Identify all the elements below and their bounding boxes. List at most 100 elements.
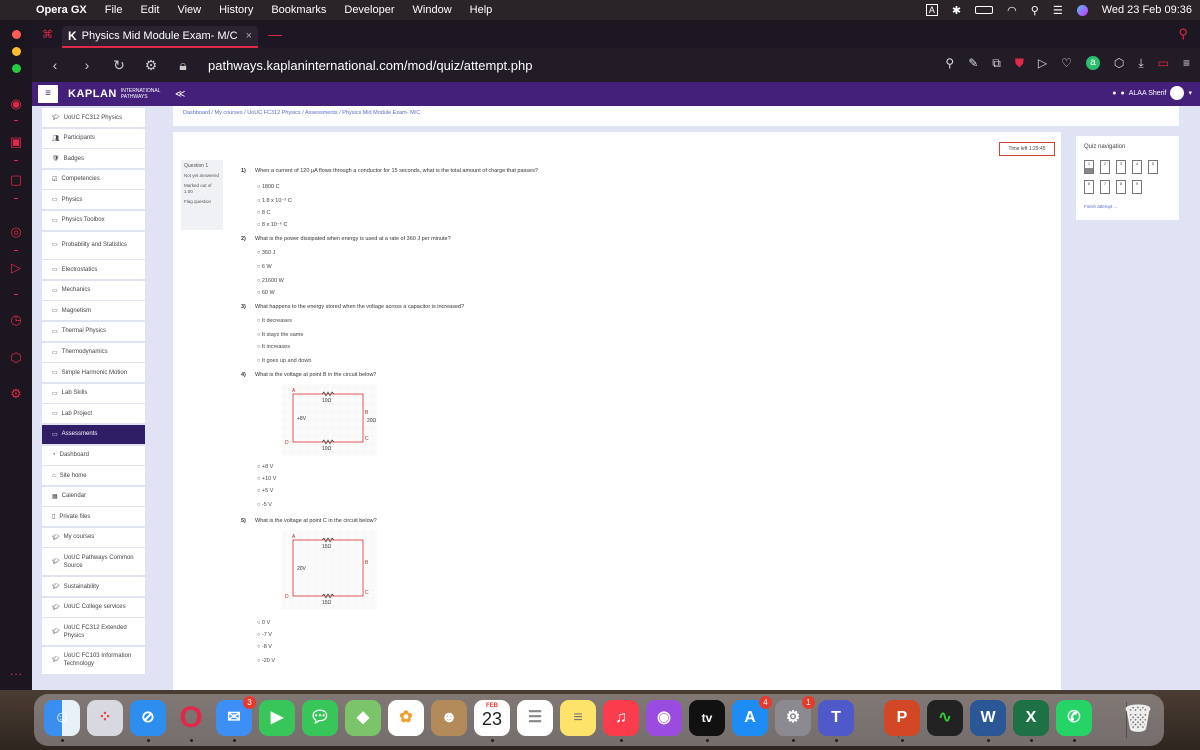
search-page-icon[interactable]: ⚲ <box>945 56 954 71</box>
quiz-nav-button[interactable]: 6 <box>1084 180 1094 194</box>
input-source-icon[interactable]: A <box>925 4 938 16</box>
photos-icon[interactable]: ✿ <box>388 700 424 736</box>
drawer-item[interactable]: ▭ Physics Toolbox <box>42 210 145 230</box>
menu-window[interactable]: Window <box>413 4 452 16</box>
drawer-item[interactable]: ▭ Thermodynamics <box>42 342 145 362</box>
menu-help[interactable]: Help <box>470 4 493 16</box>
finder-icon[interactable]: ☺ <box>44 700 80 736</box>
drawer-item[interactable]: 🎓︎ Sustainability <box>42 577 145 597</box>
menu-file[interactable]: File <box>105 4 123 16</box>
spotlight-icon[interactable]: ⚲ <box>1031 4 1039 17</box>
contacts-icon[interactable]: ☻ <box>431 700 467 736</box>
menu-app-name[interactable]: Opera GX <box>36 4 87 16</box>
system-preferences-icon[interactable]: ⚙ 1 <box>775 696 815 736</box>
answer-option[interactable]: ○ 60 W <box>257 290 275 296</box>
back-icon[interactable]: ‹ <box>46 57 64 73</box>
settings-icon[interactable]: ⚙ <box>8 386 24 402</box>
answer-option[interactable]: ○ 6 W <box>257 264 272 270</box>
trash-icon[interactable]: 🗑︎ <box>1120 700 1156 736</box>
hamburger-icon[interactable]: ≡ <box>38 85 58 103</box>
menu-history[interactable]: History <box>219 4 253 16</box>
menu-view[interactable]: View <box>177 4 201 16</box>
tab-close-icon[interactable]: × <box>246 30 252 42</box>
drawer-item[interactable]: ▭ Assessments <box>42 424 145 444</box>
quiz-nav-button[interactable]: 9 <box>1132 180 1142 194</box>
answer-option[interactable]: ○ 21600 W <box>257 278 284 284</box>
drawer-item[interactable]: 🛡︎ Badges <box>42 149 145 169</box>
shield-icon[interactable]: ⛊ <box>1015 56 1024 71</box>
minimize-window-icon[interactable] <box>12 47 21 56</box>
drawer-item[interactable]: 🎓︎ UoUC FC312 Extended Physics <box>42 618 145 646</box>
kaplan-logo[interactable]: KAPLAN <box>68 88 117 100</box>
finish-attempt-link[interactable]: Finish attempt ... <box>1084 204 1117 209</box>
answer-option[interactable]: ○ +5 V <box>257 488 273 494</box>
avatar[interactable] <box>1170 86 1185 100</box>
chevron-down-icon[interactable]: ▾ <box>1188 89 1192 97</box>
snapshot-icon[interactable]: ⧉ <box>992 56 1001 71</box>
quiz-nav-button[interactable]: 7 <box>1100 180 1110 194</box>
answer-option[interactable]: ○ It stays the same <box>257 332 303 338</box>
twitch-icon[interactable]: ▢ <box>8 172 24 188</box>
answer-option[interactable]: ○ 8 x 10⁻⁶ C <box>257 222 288 228</box>
messages-icon[interactable]: 💬︎ <box>302 700 338 736</box>
activity-monitor-icon[interactable]: ∿ <box>927 700 963 736</box>
menu-developer[interactable]: Developer <box>344 4 394 16</box>
answer-option[interactable]: ○ It decreases <box>257 318 292 324</box>
message-icon[interactable]: ● <box>1121 90 1125 97</box>
zoom-window-icon[interactable] <box>12 64 21 73</box>
word-icon[interactable]: W <box>970 700 1006 736</box>
more-icon[interactable]: ··· <box>8 666 24 682</box>
drawer-item[interactable]: ▭ Electrostatics <box>42 260 145 280</box>
drawer-item[interactable]: 👥︎ Participants <box>42 128 145 148</box>
drawer-item[interactable]: ▭ Probability and Statistics <box>42 231 145 259</box>
siri-icon[interactable] <box>1076 4 1088 16</box>
flag-question[interactable]: Flag question <box>184 199 220 205</box>
drawer-item[interactable]: ⌂ Site home <box>42 466 145 486</box>
drawer-item[interactable]: ▦ Calendar <box>42 486 145 506</box>
answer-option[interactable]: ○ It increases <box>257 344 290 350</box>
quiz-nav-button[interactable]: 8 <box>1116 180 1126 194</box>
drawer-item[interactable]: ▭ Mechanics <box>42 280 145 300</box>
gx-control-icon[interactable]: ◉ <box>8 96 24 112</box>
drawer-item[interactable]: ▯ Private files <box>42 507 145 527</box>
tv-icon[interactable]: tv <box>689 700 725 736</box>
answer-option[interactable]: ○ 0 V <box>257 620 270 626</box>
cube-icon[interactable]: ⬡ <box>1114 56 1124 71</box>
quiz-nav-button[interactable]: 4 <box>1132 160 1142 174</box>
drawer-item[interactable]: ☑ Competencies <box>42 169 145 189</box>
drawer-item[interactable]: ▭ Thermal Physics <box>42 321 145 341</box>
drawer-item[interactable]: ▭ Magnetism <box>42 301 145 321</box>
menu-edit[interactable]: Edit <box>140 4 159 16</box>
facetime-icon[interactable]: ▶ <box>259 700 295 736</box>
quiz-nav-button[interactable]: 5 <box>1148 160 1158 174</box>
close-window-icon[interactable] <box>12 30 21 39</box>
drawer-item[interactable]: 🎓︎ UoUC College services <box>42 597 145 617</box>
drawer-item[interactable]: ▭ Lab Project <box>42 404 145 424</box>
edit-icon[interactable]: ✎ <box>968 56 978 71</box>
reload-icon[interactable]: ↻ <box>110 57 128 74</box>
battery-icon[interactable] <box>975 6 994 14</box>
reminders-icon[interactable]: ☰ <box>517 700 553 736</box>
quiz-nav-button[interactable]: 2 <box>1100 160 1110 174</box>
site-settings-icon[interactable]: ⚙ <box>142 57 160 74</box>
battery-saver-icon[interactable]: ▭ <box>1158 56 1169 71</box>
calendar-icon[interactable]: FEB 23 <box>474 700 510 736</box>
drawer-item[interactable]: ▭ Lab Skills <box>42 383 145 403</box>
app-store-icon[interactable]: A4 <box>732 696 772 736</box>
answer-option[interactable]: ○ -8 V <box>257 644 272 650</box>
history-icon[interactable]: ◷ <box>8 312 24 328</box>
gx-corner-icon[interactable]: ▣ <box>8 134 24 150</box>
breadcrumb[interactable]: Dashboard / My courses / UoUC FC312 Phys… <box>173 106 1179 126</box>
drawer-item[interactable]: 🎓︎ UoUC FC103 Information Technology <box>42 646 145 674</box>
mail-icon[interactable]: ✉ 3 <box>216 696 256 736</box>
music-icon[interactable]: ♫ <box>603 700 639 736</box>
answer-option[interactable]: ○ 8 C <box>257 210 270 216</box>
answer-option[interactable]: ○ 1800 C <box>257 184 280 190</box>
bluetooth-icon[interactable]: ✱ <box>952 4 961 17</box>
new-tab-icon[interactable]: — <box>268 26 282 42</box>
drawer-item[interactable]: 🎓︎ UoUC FC312 Physics <box>42 108 145 127</box>
control-center-icon[interactable]: ☰ <box>1053 4 1063 17</box>
tab-physics-exam[interactable]: K Physics Mid Module Exam- M/C × <box>62 26 258 48</box>
drawer-item[interactable]: ▭ Simple Harmonic Motion <box>42 363 145 383</box>
collapse-icon[interactable]: ≪ <box>175 89 185 100</box>
